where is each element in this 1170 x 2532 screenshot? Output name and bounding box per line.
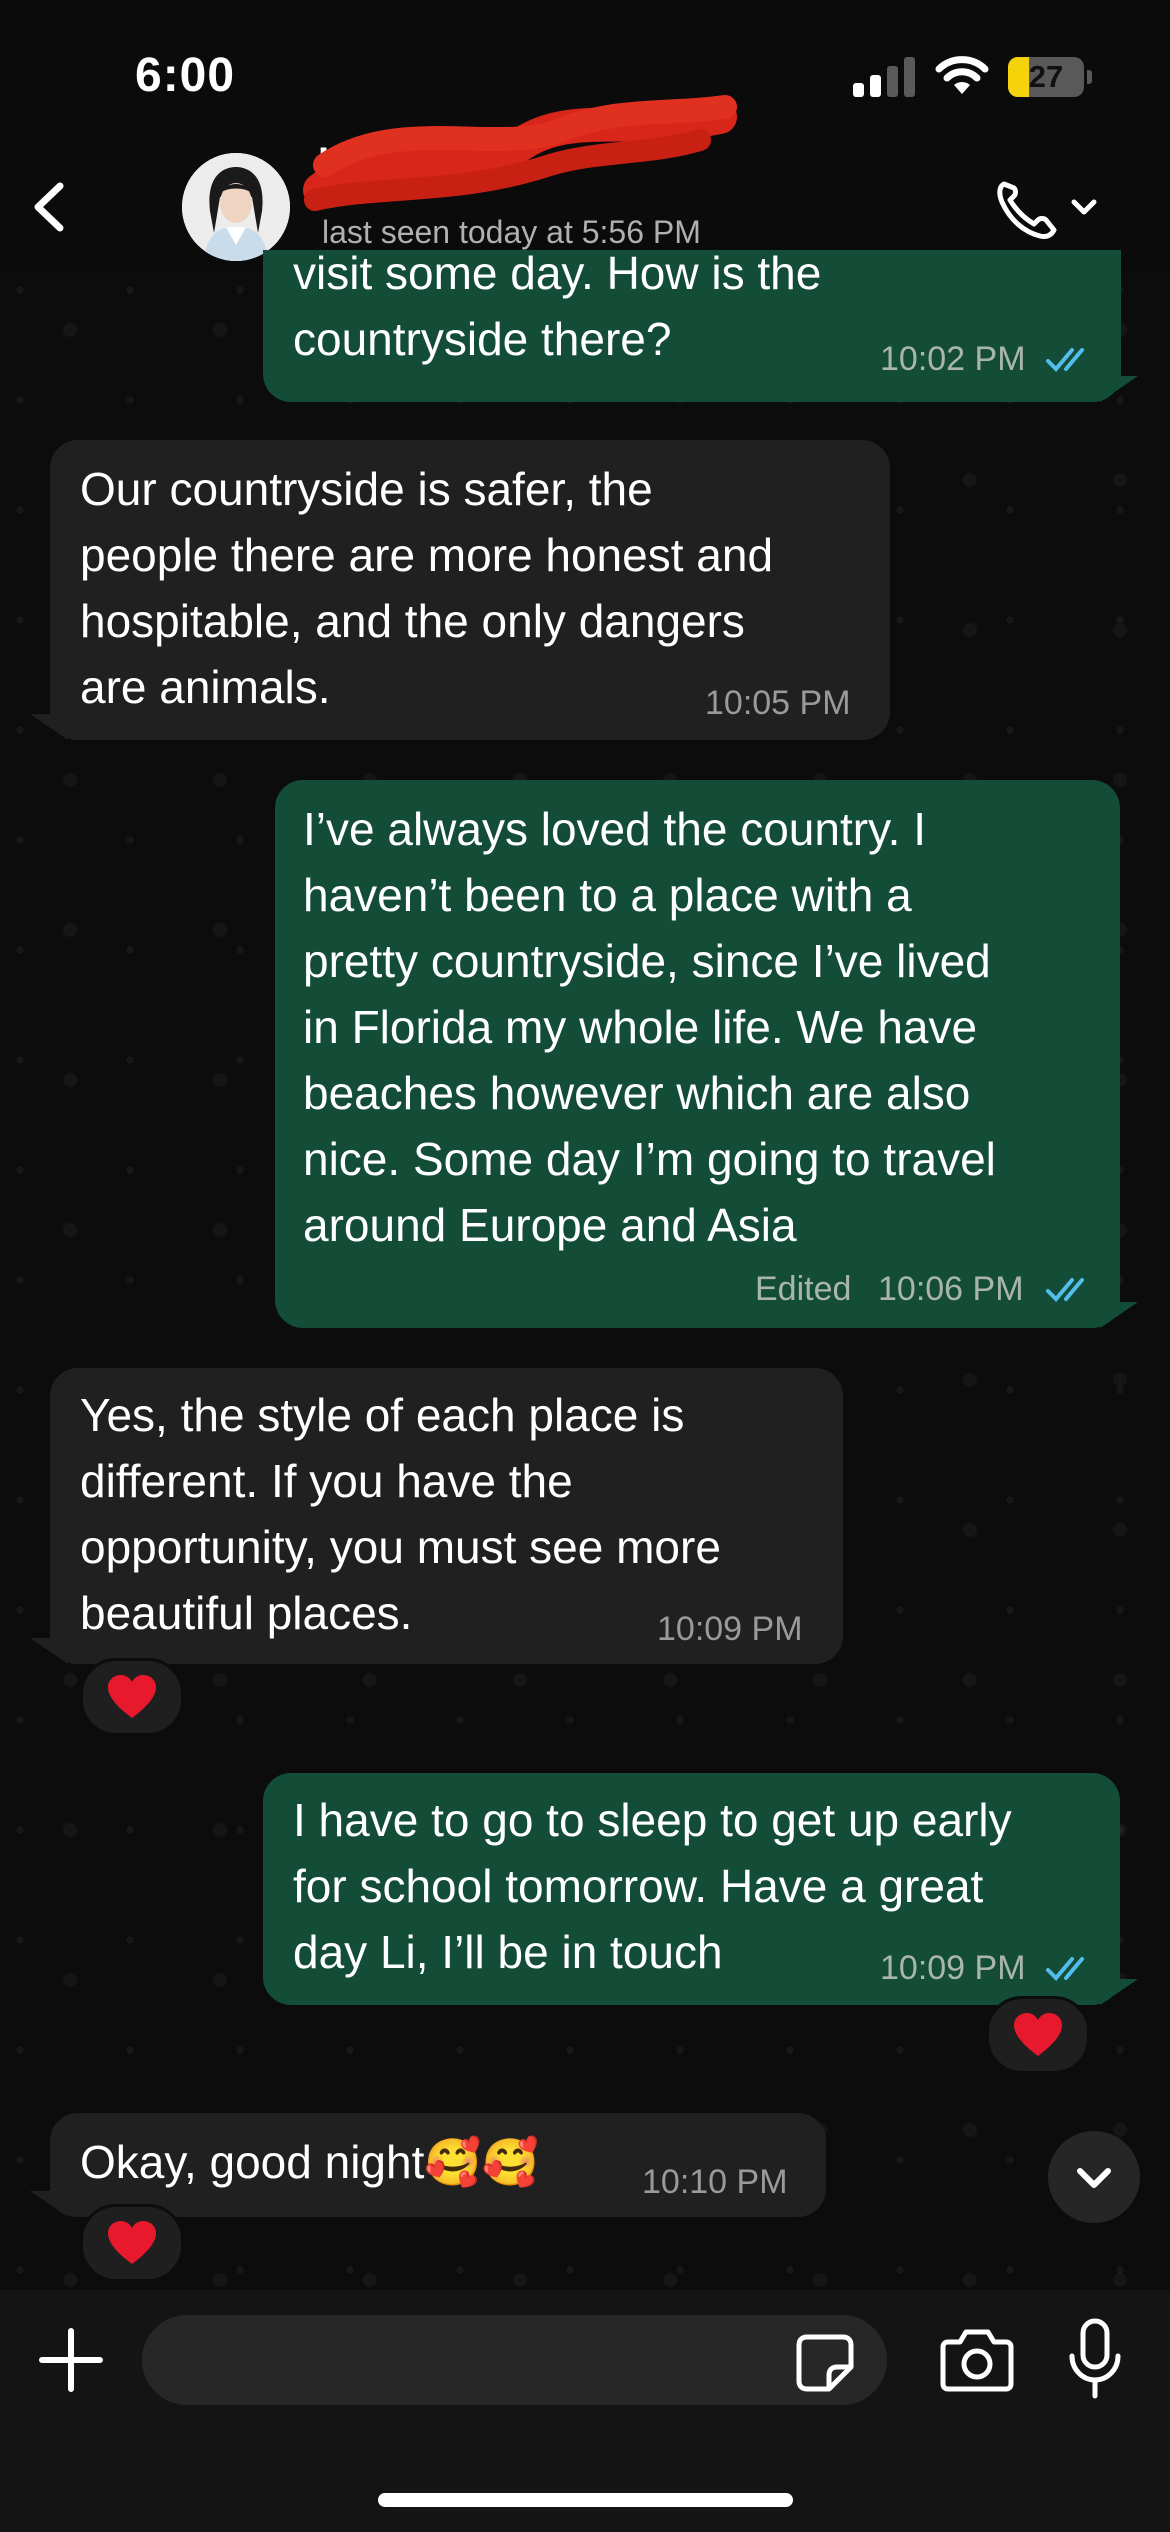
- edited-label: Edited: [755, 1270, 852, 1308]
- message-line: beautiful places.: [80, 1587, 413, 1639]
- message-time: 10:09 PM: [657, 1610, 803, 1648]
- message-time: 10:10 PM: [642, 2163, 788, 2201]
- heart-reaction[interactable]: [80, 2204, 184, 2282]
- message-line: nice. Some day I’m going to travel: [303, 1133, 996, 1185]
- bubble-tail: [30, 714, 68, 740]
- heart-icon: [108, 2221, 156, 2264]
- message-time: 10:02 PM: [880, 340, 1026, 378]
- message-line: Yes, the style of each place is: [80, 1389, 685, 1441]
- scroll-to-bottom-button[interactable]: [1048, 2131, 1140, 2223]
- message-line: I’ve always loved the country. I: [303, 803, 926, 855]
- back-chevron-icon[interactable]: [20, 172, 80, 242]
- message-line: Okay, good night🥰🥰: [80, 2136, 539, 2188]
- bubble-tail: [1100, 376, 1138, 402]
- double-check-icon: [1046, 1278, 1084, 1302]
- message-line: hospitable, and the only dangers: [80, 595, 745, 647]
- message-time: 10:05 PM: [705, 684, 851, 722]
- message-incoming[interactable]: Okay, good night🥰🥰 10:10 PM: [50, 2113, 826, 2217]
- message-line: visit some day. How is the: [293, 247, 822, 299]
- contact-avatar[interactable]: [182, 153, 290, 261]
- battery-tip: [1087, 70, 1092, 84]
- name-redaction-scribble: [303, 95, 737, 211]
- signal-icon: [853, 55, 915, 97]
- message-line: haven’t been to a place with a: [303, 869, 912, 921]
- double-check-icon: [1046, 1957, 1084, 1981]
- message-time: 10:09 PM: [880, 1949, 1026, 1987]
- status-time: 6:00: [135, 49, 236, 102]
- heart-reaction[interactable]: [986, 1996, 1090, 2074]
- wifi-icon: [935, 56, 989, 94]
- bubble-tail: [1100, 1979, 1138, 2005]
- battery-indicator: 27: [1008, 57, 1084, 97]
- message-line: people there are more honest and: [80, 529, 774, 581]
- bubble-tail: [30, 1638, 68, 1664]
- heart-icon: [108, 1675, 156, 1718]
- phone-icon[interactable]: [990, 172, 1100, 242]
- chevron-down-icon: [1071, 199, 1097, 215]
- double-check-icon: [1046, 348, 1084, 372]
- message-incoming[interactable]: Our countryside is safer, the people the…: [50, 440, 890, 740]
- message-line: pretty countryside, since I’ve lived: [303, 935, 991, 987]
- message-time: 10:06 PM: [878, 1270, 1024, 1308]
- camera-icon[interactable]: [940, 2326, 1014, 2392]
- message-line: are animals.: [80, 661, 331, 713]
- message-line: for school tomorrow. Have a great: [293, 1860, 984, 1912]
- message-input[interactable]: [142, 2315, 887, 2405]
- heart-icon: [1014, 2013, 1062, 2056]
- message-line: opportunity, you must see more: [80, 1521, 721, 1573]
- microphone-icon[interactable]: [1067, 2318, 1123, 2400]
- plus-icon[interactable]: [36, 2325, 106, 2395]
- bubble-tail: [1100, 1302, 1138, 1328]
- message-outgoing[interactable]: I’ve always loved the country. I haven’t…: [275, 780, 1120, 1328]
- message-outgoing[interactable]: I have to go to sleep to get up early fo…: [263, 1773, 1120, 2005]
- message-line: around Europe and Asia: [303, 1199, 797, 1251]
- message-outgoing[interactable]: visit some day. How is the countryside t…: [263, 247, 1121, 402]
- heart-reaction[interactable]: [80, 1658, 184, 1736]
- message-incoming[interactable]: Yes, the style of each place is differen…: [50, 1368, 843, 1664]
- message-line: in Florida my whole life. We have: [303, 1001, 978, 1053]
- sticker-icon[interactable]: [795, 2333, 855, 2393]
- message-line: different. If you have the: [80, 1455, 573, 1507]
- message-line: countryside there?: [293, 313, 672, 365]
- home-indicator: [378, 2493, 793, 2507]
- battery-percent: 27: [1028, 59, 1064, 94]
- message-line: Our countryside is safer, the: [80, 463, 653, 515]
- message-line: beaches however which are also: [303, 1067, 971, 1119]
- bubble-tail: [30, 2191, 68, 2217]
- chevron-down-icon: [1077, 2168, 1111, 2188]
- message-line: day Li, I’ll be in touch: [293, 1926, 723, 1978]
- message-line: I have to go to sleep to get up early: [293, 1794, 1012, 1846]
